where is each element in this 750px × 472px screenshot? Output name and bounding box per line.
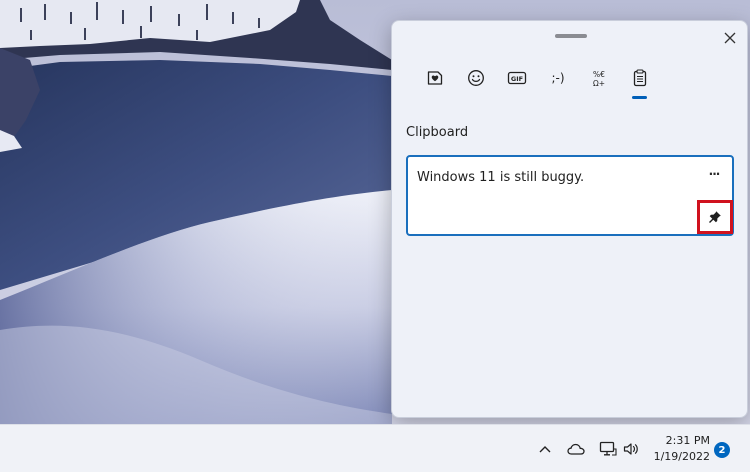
gif-icon: GIF bbox=[507, 71, 526, 85]
onedrive-button[interactable] bbox=[565, 435, 587, 463]
volume-button[interactable] bbox=[622, 435, 640, 463]
onedrive-cloud-icon bbox=[567, 443, 585, 455]
pin-icon bbox=[709, 211, 721, 223]
section-title: Clipboard bbox=[406, 125, 469, 140]
kaomoji-icon: ;-) bbox=[551, 71, 564, 85]
clock-date: 1/19/2022 bbox=[653, 450, 710, 463]
panel-drag-handle[interactable] bbox=[555, 34, 587, 38]
show-hidden-icons-button[interactable] bbox=[537, 435, 553, 463]
close-button[interactable] bbox=[719, 27, 741, 49]
network-button[interactable] bbox=[597, 435, 619, 463]
close-icon bbox=[724, 32, 736, 44]
tab-gif[interactable]: GIF bbox=[496, 65, 537, 101]
panel-tabs: GIF ;-) %€ Ω+ bbox=[414, 65, 660, 101]
speaker-icon bbox=[623, 443, 638, 455]
tab-stickers[interactable] bbox=[414, 65, 455, 101]
gif-label: GIF bbox=[510, 75, 522, 83]
kaomoji-label: ;-) bbox=[551, 71, 564, 85]
svg-text:%€: %€ bbox=[593, 70, 605, 79]
notification-badge[interactable]: 2 bbox=[714, 442, 730, 458]
clipboard-icon bbox=[633, 69, 646, 87]
taskbar-clock[interactable]: 2:31 PM 1/19/2022 bbox=[652, 433, 710, 465]
symbols-icon: %€ Ω+ bbox=[592, 70, 605, 88]
clipboard-history-panel: GIF ;-) %€ Ω+ Clipboard Windows 11 is st… bbox=[391, 20, 748, 418]
tab-emoji[interactable] bbox=[455, 65, 496, 101]
svg-text:Ω+: Ω+ bbox=[592, 79, 604, 88]
tab-kaomoji[interactable]: ;-) bbox=[537, 65, 578, 101]
more-options-button[interactable]: ··· bbox=[704, 167, 724, 181]
chevron-up-icon bbox=[539, 446, 551, 453]
smiley-icon bbox=[467, 70, 484, 86]
tab-clipboard[interactable] bbox=[619, 65, 660, 101]
tab-symbols[interactable]: %€ Ω+ bbox=[578, 65, 619, 101]
pin-button[interactable] bbox=[697, 200, 733, 234]
heart-sticker-icon bbox=[427, 71, 442, 85]
clipboard-item[interactable]: Windows 11 is still buggy. ··· bbox=[406, 155, 734, 236]
network-monitor-icon bbox=[599, 441, 617, 456]
tab-selected-indicator bbox=[632, 96, 647, 99]
taskbar: 2:31 PM 1/19/2022 2 bbox=[0, 424, 750, 472]
clock-time: 2:31 PM bbox=[665, 434, 710, 447]
clipboard-item-text: Windows 11 is still buggy. bbox=[417, 170, 585, 185]
